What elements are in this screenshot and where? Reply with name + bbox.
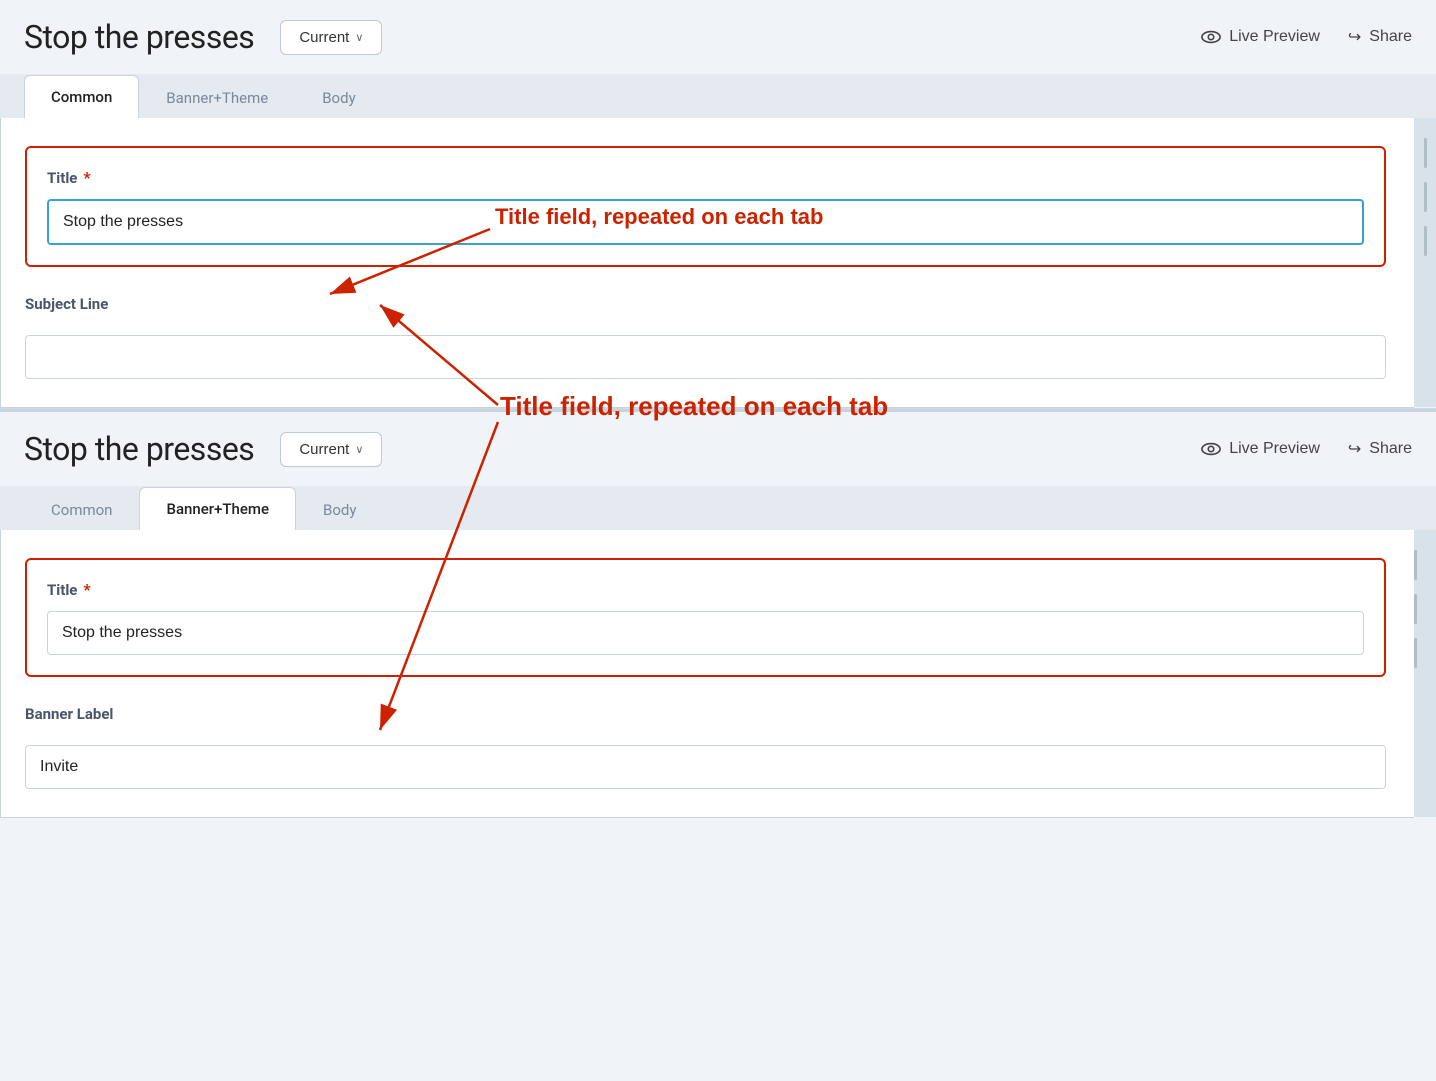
subject-line-label-text-top: Subject Line xyxy=(25,295,108,313)
current-label-top: Current xyxy=(299,29,349,46)
title-label-text-bottom: Title xyxy=(47,581,77,599)
tabs-bar-top: Common Banner+Theme Body xyxy=(0,74,1436,118)
banner-label-section: Banner Label xyxy=(25,705,1386,789)
bottom-panel: Stop the presses Current ∨ Live Preview … xyxy=(0,409,1436,818)
live-preview-label-top: Live Preview xyxy=(1229,28,1320,46)
tab-common-bottom[interactable]: Common xyxy=(24,488,139,531)
tab-banner-theme-top[interactable]: Banner+Theme xyxy=(139,76,295,119)
title-section-bottom: Title * xyxy=(25,558,1386,677)
tab-body-top[interactable]: Body xyxy=(295,76,382,119)
right-strip-bottom xyxy=(1414,530,1436,817)
required-star-bottom: * xyxy=(83,580,90,599)
share-icon-bottom: ↪ xyxy=(1348,439,1361,459)
required-star-top: * xyxy=(83,168,90,187)
tab-banner-theme-label-top: Banner+Theme xyxy=(166,89,268,107)
tab-common-top[interactable]: Common xyxy=(24,75,139,119)
top-panel-title: Stop the presses xyxy=(24,18,254,56)
right-strip-line-b3 xyxy=(1414,638,1417,668)
svg-text:Title field, repeated on each: Title field, repeated on each tab xyxy=(495,204,823,229)
share-icon-top: ↪ xyxy=(1348,27,1361,47)
banner-label-input[interactable] xyxy=(25,745,1386,789)
share-label-bottom: Share xyxy=(1369,440,1412,458)
current-dropdown-top[interactable]: Current ∨ xyxy=(280,20,382,55)
header-actions-top: Live Preview ↪ Share xyxy=(1201,27,1412,47)
right-strip-line-b2 xyxy=(1414,594,1417,624)
top-panel-header: Stop the presses Current ∨ Live Preview … xyxy=(0,0,1436,74)
chevron-down-icon-bottom: ∨ xyxy=(355,443,363,456)
eye-icon-top xyxy=(1201,30,1221,44)
bottom-panel-content: Title * Banner Label xyxy=(25,530,1414,817)
title-label-bottom: Title * xyxy=(47,580,1364,599)
chevron-down-icon-top: ∨ xyxy=(355,31,363,44)
tab-common-label-top: Common xyxy=(51,88,112,106)
title-input-bottom[interactable] xyxy=(47,611,1364,655)
live-preview-button-top[interactable]: Live Preview xyxy=(1201,28,1320,46)
right-strip-line-3 xyxy=(1424,226,1427,256)
tab-body-label-bottom: Body xyxy=(323,501,356,519)
current-dropdown-bottom[interactable]: Current ∨ xyxy=(280,432,382,467)
tab-body-label-top: Body xyxy=(322,89,355,107)
right-strip-line-2 xyxy=(1424,182,1427,212)
annotation-svg: Title field, repeated on each tab xyxy=(300,149,1000,369)
live-preview-label-bottom: Live Preview xyxy=(1229,440,1320,458)
live-preview-button-bottom[interactable]: Live Preview xyxy=(1201,440,1320,458)
bottom-panel-header: Stop the presses Current ∨ Live Preview … xyxy=(0,412,1436,486)
share-button-top[interactable]: ↪ Share xyxy=(1348,27,1412,47)
header-actions-bottom: Live Preview ↪ Share xyxy=(1201,439,1412,459)
right-strip-top xyxy=(1414,118,1436,407)
eye-icon-bottom xyxy=(1201,442,1221,456)
current-label-bottom: Current xyxy=(299,441,349,458)
title-label-text-top: Title xyxy=(47,169,77,187)
right-strip-line-1 xyxy=(1424,138,1427,168)
right-strip-line-b1 xyxy=(1414,550,1417,580)
share-button-bottom[interactable]: ↪ Share xyxy=(1348,439,1412,459)
bottom-content-wrapper: Title * Banner Label xyxy=(0,530,1414,818)
tabs-bar-bottom: Common Banner+Theme Body xyxy=(0,486,1436,530)
tab-banner-theme-label-bottom: Banner+Theme xyxy=(166,500,269,518)
tab-banner-theme-bottom[interactable]: Banner+Theme xyxy=(139,487,296,531)
bottom-panel-title: Stop the presses xyxy=(24,430,254,468)
banner-label-text: Banner Label xyxy=(25,705,113,723)
tab-common-label-bottom: Common xyxy=(51,501,112,519)
share-label-top: Share xyxy=(1369,28,1412,46)
tab-body-bottom[interactable]: Body xyxy=(296,488,383,531)
banner-label-label: Banner Label xyxy=(25,705,1386,723)
